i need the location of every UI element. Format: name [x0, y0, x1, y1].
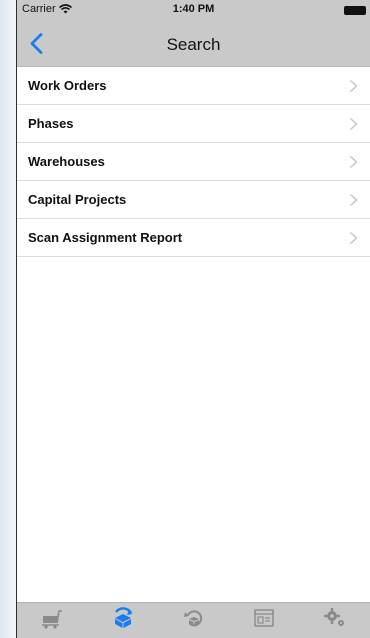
list-item-phases[interactable]: Phases: [17, 105, 370, 143]
chevron-right-icon: [350, 155, 358, 169]
tab-cart[interactable]: [22, 607, 82, 629]
search-options-list: Work Orders Phases Warehouses Capital Pr…: [17, 67, 370, 257]
chevron-right-icon: [350, 231, 358, 245]
list-item-warehouses[interactable]: Warehouses: [17, 143, 370, 181]
list-item-work-orders[interactable]: Work Orders: [17, 67, 370, 105]
list-item-scan-assignment-report[interactable]: Scan Assignment Report: [17, 219, 370, 257]
chevron-right-icon: [350, 117, 358, 131]
list-item-label: Warehouses: [28, 154, 105, 169]
list-item-capital-projects[interactable]: Capital Projects: [17, 181, 370, 219]
tab-returns[interactable]: [163, 607, 223, 629]
chevron-right-icon: [350, 193, 358, 207]
app-window: Carrier 1:40 PM Search Work Orders Phase…: [16, 0, 370, 638]
list-item-label: Work Orders: [28, 78, 107, 93]
battery-icon: [344, 6, 366, 15]
box-return-icon: [184, 610, 203, 627]
status-time: 1:40 PM: [172, 3, 215, 15]
list-item-label: Phases: [28, 116, 74, 131]
chevron-right-icon: [350, 79, 358, 93]
list-item-label: Scan Assignment Report: [28, 230, 183, 245]
tab-search[interactable]: [93, 607, 153, 629]
cart-icon: [42, 610, 63, 629]
box-refresh-icon: [114, 607, 132, 628]
report-icon: [254, 609, 274, 627]
status-bar: Carrier 1:40 PM: [17, 0, 370, 20]
list-item-label: Capital Projects: [28, 192, 127, 207]
navigation-bar: Search: [17, 20, 370, 67]
tab-reports[interactable]: [234, 607, 294, 629]
page-title: Search: [166, 35, 221, 54]
tab-bar: [17, 602, 370, 638]
tab-settings[interactable]: [305, 607, 365, 629]
gears-icon: [323, 608, 344, 626]
